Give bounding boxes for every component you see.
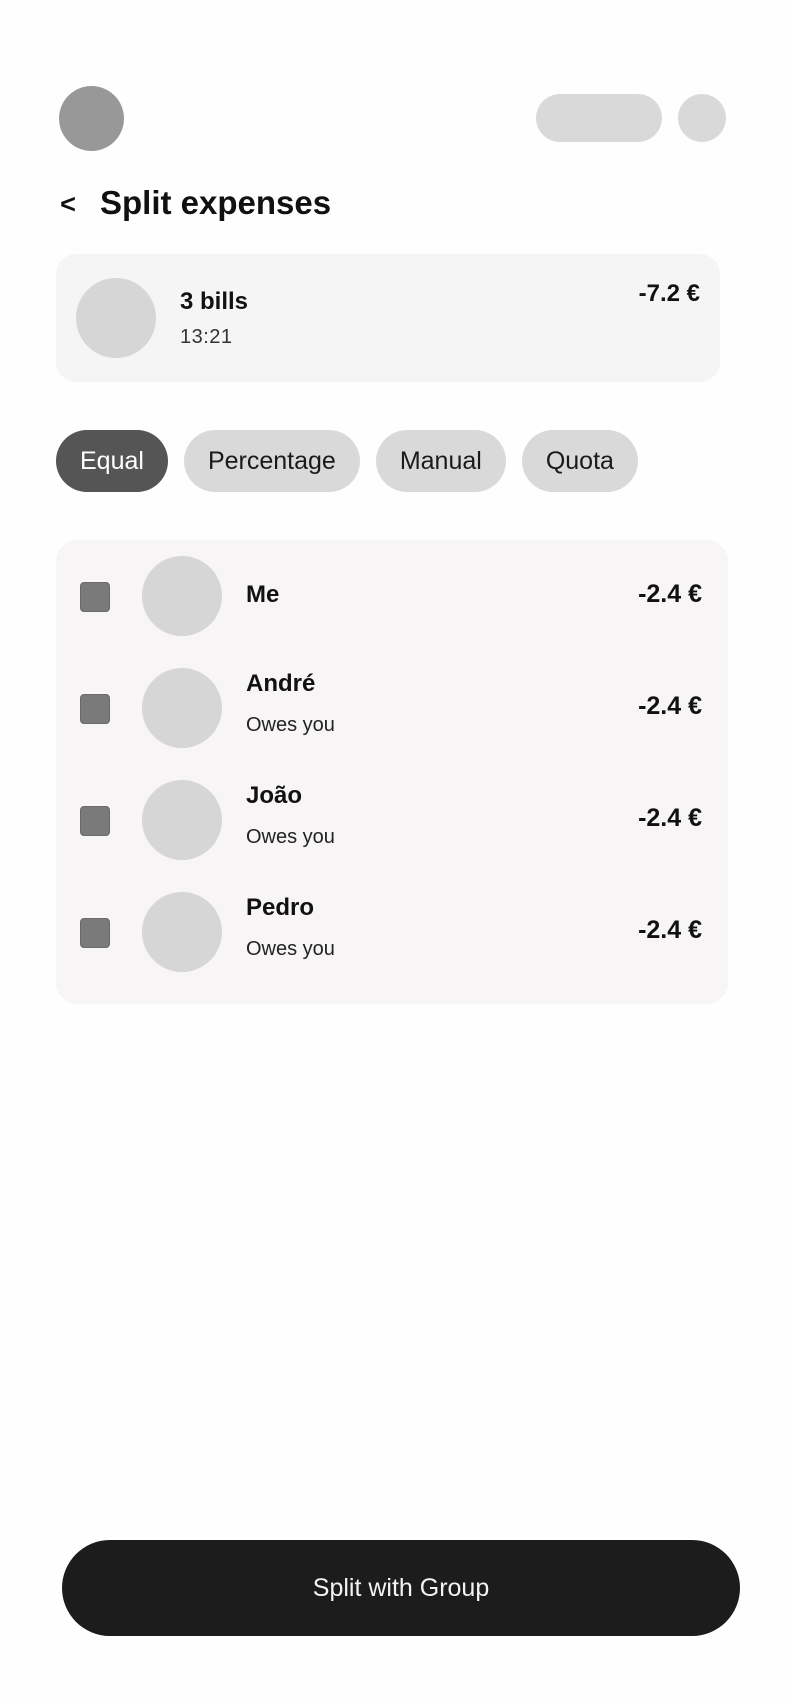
profile-avatar[interactable] xyxy=(59,86,124,151)
tab-percentage[interactable]: Percentage xyxy=(183,430,360,492)
member-amount: -2.4 € xyxy=(638,804,702,832)
back-button[interactable]: < xyxy=(52,184,84,224)
member-checkbox[interactable] xyxy=(80,694,110,724)
member-avatar xyxy=(142,892,222,972)
member-name: Pedro xyxy=(246,894,315,921)
member-status: Owes you xyxy=(246,938,335,960)
member-row-pedro[interactable]: Pedro Owes you -2.4 € xyxy=(56,876,728,988)
member-avatar xyxy=(142,780,222,860)
member-amount: -2.4 € xyxy=(638,692,702,720)
page-title: Split expenses xyxy=(100,184,332,221)
bill-summary-card: 3 bills 13:21 -7.2 € xyxy=(56,254,720,382)
split-expenses-screen: < Split expenses 3 bills 13:21 -7.2 € Eq… xyxy=(0,0,786,1704)
top-pill-placeholder[interactable] xyxy=(536,94,662,142)
member-checkbox[interactable] xyxy=(80,582,110,612)
member-row-joao[interactable]: João Owes you -2.4 € xyxy=(56,764,728,876)
member-avatar xyxy=(142,556,222,636)
member-name: André xyxy=(246,670,316,697)
member-amount: -2.4 € xyxy=(638,916,702,944)
tab-equal[interactable]: Equal xyxy=(56,430,168,492)
bill-avatar xyxy=(76,278,156,358)
tab-manual[interactable]: Manual xyxy=(375,430,506,492)
top-circle-placeholder[interactable] xyxy=(678,94,726,142)
member-name: Me xyxy=(246,581,280,608)
member-status: Owes you xyxy=(246,826,335,848)
member-avatar xyxy=(142,668,222,748)
member-checkbox[interactable] xyxy=(80,918,110,948)
members-list: Me -2.4 € André Owes you -2.4 € João Owe… xyxy=(56,540,728,1004)
member-row-me[interactable]: Me -2.4 € xyxy=(56,540,728,652)
bill-time: 13:21 xyxy=(180,326,233,348)
tab-quota[interactable]: Quota xyxy=(521,430,638,492)
member-amount: -2.4 € xyxy=(638,580,702,608)
member-row-andre[interactable]: André Owes you -2.4 € xyxy=(56,652,728,764)
member-status: Owes you xyxy=(246,714,335,736)
member-name: João xyxy=(246,782,303,809)
bill-total-amount: -7.2 € xyxy=(638,280,700,307)
split-method-tabs: Equal Percentage Manual Quota xyxy=(56,430,638,492)
bill-count: 3 bills xyxy=(180,288,249,315)
member-checkbox[interactable] xyxy=(80,806,110,836)
split-with-group-button[interactable]: Split with Group xyxy=(62,1540,740,1636)
